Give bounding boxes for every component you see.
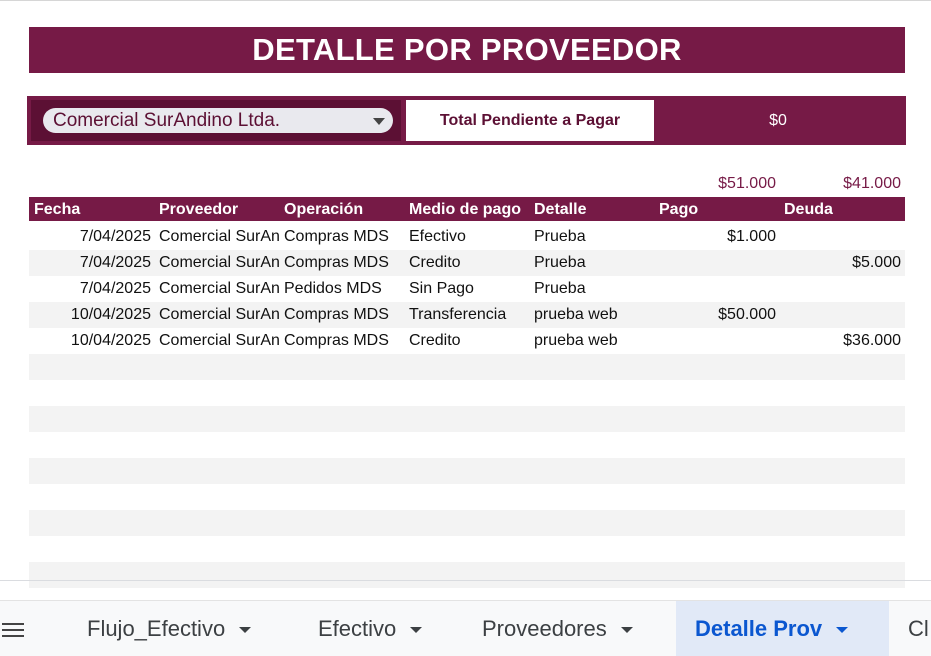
supplier-dropdown-cell: Comercial SurAndino Ltda. bbox=[31, 100, 401, 141]
cell-operacion[interactable]: Compras MDS bbox=[284, 228, 404, 246]
table-row[interactable] bbox=[29, 354, 905, 380]
filter-bar: Comercial SurAndino Ltda. Total Pendient… bbox=[27, 96, 906, 145]
deuda-total: $41.000 bbox=[843, 175, 901, 192]
table-row[interactable]: 10/04/2025 Comercial SurAn Compras MDS Cred… bbox=[29, 328, 905, 354]
table-body: 7/04/2025 Comercial SurAn Compras MDS Efect… bbox=[29, 224, 905, 588]
total-pending-label: Total Pendiente a Pagar bbox=[406, 100, 654, 141]
table-row[interactable] bbox=[29, 484, 905, 510]
header-operacion[interactable]: Operación bbox=[284, 201, 363, 219]
cell-deuda[interactable]: $5.000 bbox=[784, 254, 901, 272]
supplier-dropdown-value: Comercial SurAndino Ltda. bbox=[53, 109, 281, 131]
cell-fecha[interactable]: 10/04/2025 bbox=[29, 332, 151, 350]
chevron-down-icon[interactable] bbox=[239, 626, 252, 633]
tab-proveedores[interactable]: Proveedores bbox=[465, 601, 675, 656]
all-sheets-menu-icon[interactable] bbox=[2, 623, 24, 639]
cell-proveedor[interactable]: Comercial SurAn bbox=[159, 280, 280, 298]
table-header: Fecha Proveedor Operación Medio de pago … bbox=[29, 197, 905, 221]
cell-medio-pago[interactable]: Credito bbox=[409, 332, 529, 350]
table-row[interactable]: 7/04/2025 Comercial SurAn Compras MDS Efect… bbox=[29, 224, 905, 250]
sheet-divider bbox=[0, 580, 931, 581]
cell-proveedor[interactable]: Comercial SurAn bbox=[159, 228, 280, 246]
cell-proveedor[interactable]: Comercial SurAn bbox=[159, 332, 280, 350]
table-row[interactable] bbox=[29, 380, 905, 406]
header-fecha[interactable]: Fecha bbox=[34, 201, 80, 219]
cell-detalle[interactable]: Prueba bbox=[534, 254, 654, 272]
cell-medio-pago[interactable]: Credito bbox=[409, 254, 529, 272]
tab-flujo-efectivo[interactable]: Flujo_Efectivo bbox=[70, 601, 300, 656]
tab-cl[interactable]: Cl bbox=[889, 601, 931, 656]
cell-detalle[interactable]: Prueba bbox=[534, 280, 654, 298]
page-title: DETALLE POR PROVEEDOR bbox=[29, 27, 905, 73]
table-row[interactable] bbox=[29, 510, 905, 536]
table-row[interactable] bbox=[29, 562, 905, 588]
pago-total: $51.000 bbox=[718, 175, 776, 192]
header-medio-pago[interactable]: Medio de pago bbox=[409, 201, 521, 219]
cell-proveedor[interactable]: Comercial SurAn bbox=[159, 254, 280, 272]
cell-operacion[interactable]: Compras MDS bbox=[284, 332, 404, 350]
tab-label: Proveedores bbox=[482, 615, 607, 641]
supplier-dropdown[interactable]: Comercial SurAndino Ltda. bbox=[43, 108, 393, 133]
sheet-tab-bar: Flujo_Efectivo Efectivo Proveedores Deta… bbox=[0, 600, 931, 656]
chevron-down-icon[interactable] bbox=[373, 118, 385, 125]
table-row[interactable]: 10/04/2025 Comercial SurAn Compras MDS Tran… bbox=[29, 302, 905, 328]
chevron-down-icon[interactable] bbox=[620, 626, 633, 633]
chevron-down-icon[interactable] bbox=[836, 626, 849, 633]
cell-pago[interactable]: $1.000 bbox=[659, 228, 776, 246]
cell-medio-pago[interactable]: Sin Pago bbox=[409, 280, 529, 298]
tab-label: Flujo_Efectivo bbox=[87, 615, 226, 641]
tab-efectivo[interactable]: Efectivo bbox=[300, 601, 460, 656]
cell-detalle[interactable]: Prueba bbox=[534, 228, 654, 246]
cell-medio-pago[interactable]: Transferencia bbox=[409, 306, 529, 324]
top-border bbox=[0, 0, 931, 1]
table-row[interactable] bbox=[29, 458, 905, 484]
chevron-down-icon[interactable] bbox=[410, 626, 423, 633]
header-deuda[interactable]: Deuda bbox=[784, 201, 833, 219]
cell-operacion[interactable]: Pedidos MDS bbox=[284, 280, 404, 298]
cell-detalle[interactable]: prueba web bbox=[534, 332, 654, 350]
table-row[interactable] bbox=[29, 432, 905, 458]
cell-medio-pago[interactable]: Efectivo bbox=[409, 228, 529, 246]
table-row[interactable] bbox=[29, 406, 905, 432]
total-pending-value: $0 bbox=[769, 111, 787, 129]
cell-operacion[interactable]: Compras MDS bbox=[284, 306, 404, 324]
cell-pago[interactable]: $50.000 bbox=[659, 306, 776, 324]
cell-fecha[interactable]: 7/04/2025 bbox=[29, 228, 151, 246]
tab-label: Efectivo bbox=[318, 615, 397, 641]
cell-proveedor[interactable]: Comercial SurAn bbox=[159, 306, 280, 324]
tab-label: Detalle Prov bbox=[695, 615, 823, 641]
header-proveedor[interactable]: Proveedor bbox=[159, 201, 238, 219]
table-row[interactable] bbox=[29, 536, 905, 562]
table-row[interactable]: 7/04/2025 Comercial SurAn Compras MDS Credi… bbox=[29, 250, 905, 276]
cell-detalle[interactable]: prueba web bbox=[534, 306, 654, 324]
header-pago[interactable]: Pago bbox=[659, 201, 698, 219]
cell-deuda[interactable]: $36.000 bbox=[784, 332, 901, 350]
cell-fecha[interactable]: 7/04/2025 bbox=[29, 254, 151, 272]
cell-operacion[interactable]: Compras MDS bbox=[284, 254, 404, 272]
header-detalle[interactable]: Detalle bbox=[534, 201, 586, 219]
cell-fecha[interactable]: 10/04/2025 bbox=[29, 306, 151, 324]
table-row[interactable]: 7/04/2025 Comercial SurAn Pedidos MDS Sin P… bbox=[29, 276, 905, 302]
tab-label: Cl bbox=[908, 615, 929, 641]
tab-detalle-prov[interactable]: Detalle Prov bbox=[676, 601, 889, 656]
cell-fecha[interactable]: 7/04/2025 bbox=[29, 280, 151, 298]
